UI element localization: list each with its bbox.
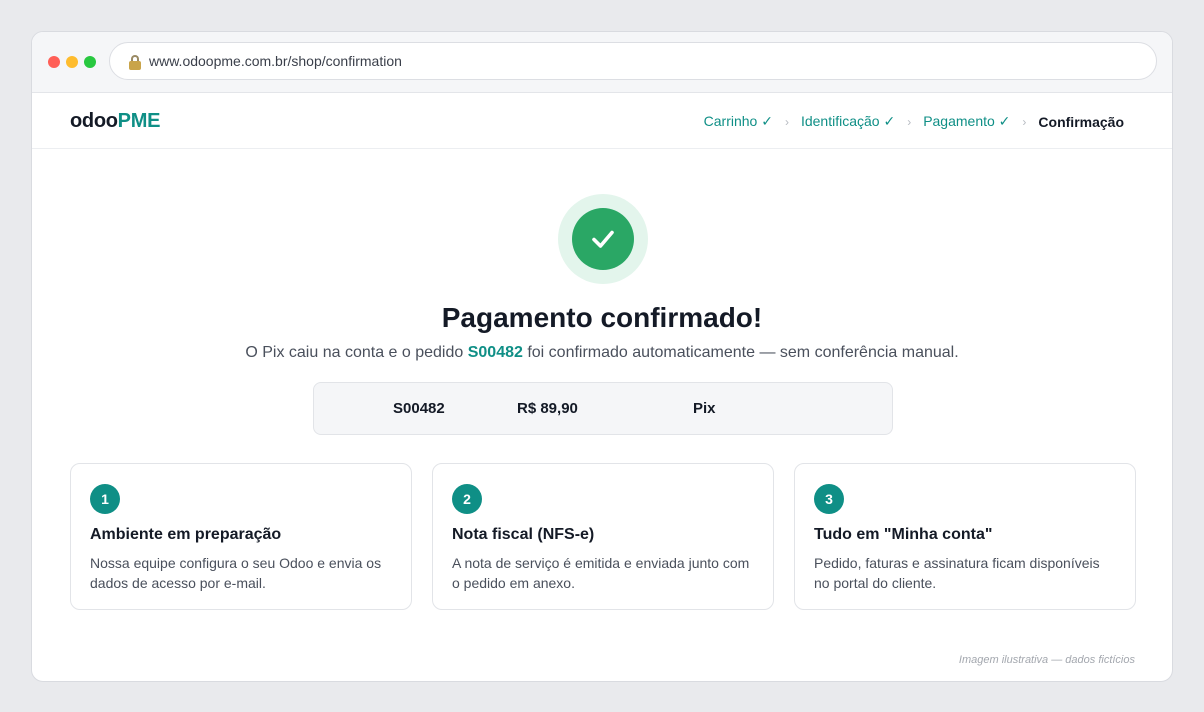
card-title: Ambiente em preparação [90,526,282,543]
logo-text-pme: PME [117,110,161,132]
page-title: Pagamento confirmado! [441,302,763,333]
step-identificacao[interactable]: Identificação ✓ [801,113,895,130]
step-confirmacao: Confirmação [1038,113,1124,130]
checkmark-icon [592,230,614,248]
browser-toolbar: www.odoopme.com.br/shop/confirmation [32,32,1172,93]
minimize-window-button[interactable] [66,56,78,68]
card-description: Nossa equipe configura o seu Odoo e envi… [90,555,382,591]
checkout-steps: Carrinho ✓ › Identificação ✓ › Pagamento… [704,113,1124,130]
lock-icon [128,55,142,70]
maximize-window-button[interactable] [84,56,96,68]
confirmation-message: O Pix caiu na conta e o pedido S00482 fo… [32,344,1172,362]
chevron-right-icon: › [1022,114,1027,129]
card-title: Tudo em "Minha conta" [814,526,993,543]
success-badge [558,194,648,284]
card-title: Nota fiscal (NFS-e) [452,526,595,543]
logo-text-odoo: odoo [70,110,118,132]
card-description: A nota de serviço é emitida e enviada ju… [452,555,750,591]
next-step-card: 2 Nota fiscal (NFS-e) A nota de serviço … [432,463,774,610]
address-bar[interactable]: www.odoopme.com.br/shop/confirmation [109,42,1157,80]
step-number-badge: 2 [452,484,482,514]
chevron-right-icon: › [784,114,789,129]
step-number-badge: 3 [814,484,844,514]
step-carrinho[interactable]: Carrinho ✓ [704,113,773,130]
success-circle [572,208,634,270]
order-summary: S00482 R$ 89,90 Pix [313,382,893,435]
summary-amount: R$ 89,90 [517,400,578,417]
browser-window: www.odoopme.com.br/shop/confirmation odo… [31,31,1173,682]
url-text[interactable]: www.odoopme.com.br/shop/confirmation [149,53,402,69]
message-text-before: O Pix caiu na conta e o pedido [245,344,468,361]
next-step-card: 3 Tudo em "Minha conta" Pedido, faturas … [794,463,1136,610]
card-description: Pedido, faturas e assinatura ficam dispo… [814,555,1100,591]
next-step-card: 1 Ambiente em preparação Nossa equipe co… [70,463,412,610]
order-number-highlight: S00482 [467,344,523,361]
site-header: odooPME Carrinho ✓ › Identificação ✓ › P… [32,93,1172,149]
message-text-after: foi confirmado automaticamente — sem con… [522,344,959,361]
step-pagamento[interactable]: Pagamento ✓ [923,113,1010,130]
illustrative-note: Imagem ilustrativa — dados fictícios [958,654,1135,666]
summary-payment-method: Pix [693,400,716,417]
chevron-right-icon: › [907,114,912,129]
summary-order-number: S00482 [393,400,445,417]
step-number-badge: 1 [90,484,120,514]
site-logo[interactable]: odooPME [70,110,160,133]
close-window-button[interactable] [48,56,60,68]
